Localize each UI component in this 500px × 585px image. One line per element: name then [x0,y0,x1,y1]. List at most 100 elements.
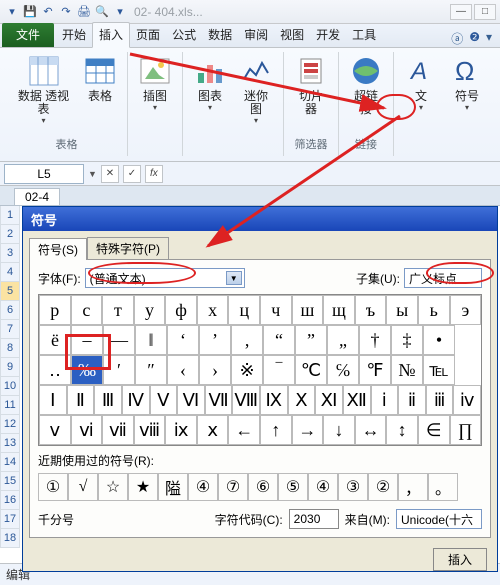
row-header[interactable]: 3 [0,244,20,263]
charcode-input[interactable]: 2030 [289,509,339,529]
symbol-cell[interactable]: ℅ [327,355,359,385]
symbol-cell[interactable]: ” [295,325,327,355]
symbol-cell[interactable]: ″ [135,355,167,385]
accept-formula-icon[interactable]: ✓ [123,165,141,183]
symbol-cell[interactable]: т [102,295,134,325]
symbol-cell[interactable]: “ [263,325,295,355]
symbol-cell[interactable]: — [103,325,135,355]
table-button[interactable]: 表格 [81,52,119,105]
recent-symbol-cell[interactable]: ③ [338,473,368,501]
save-icon[interactable]: 💾 [22,4,38,20]
symbol-cell[interactable]: ‖ [135,325,167,355]
symbol-cell[interactable]: Ⅶ [205,385,233,415]
tab-home[interactable]: 开始 [56,23,92,47]
tab-developer[interactable]: 开发 [310,23,346,47]
symbol-cell[interactable]: Ⅻ [343,385,371,415]
illustrations-button[interactable]: 插图 ▾ [136,52,174,114]
hyperlink-button[interactable]: 超链接 [347,52,385,118]
symbol-cell[interactable]: ъ [355,295,387,325]
sparklines-button[interactable]: 迷你图 ▾ [237,52,275,127]
help-icon[interactable]: ❷ [469,30,480,47]
recent-symbol-cell[interactable]: ① [38,473,68,501]
symbol-cell[interactable]: ← [228,415,260,445]
from-combo[interactable]: Unicode(十六 [396,509,482,529]
symbol-cell[interactable]: х [197,295,229,325]
symbol-cell[interactable]: э [450,295,482,325]
recent-symbol-cell[interactable]: ★ [128,473,158,501]
tab-formulas[interactable]: 公式 [166,23,202,47]
symbol-cell[interactable]: ′ [103,355,135,385]
subset-combo[interactable]: 广义标点 [404,268,482,288]
symbol-cell[interactable]: ф [165,295,197,325]
symbol-cell[interactable]: – [71,325,103,355]
row-header[interactable]: 12 [0,415,20,434]
recent-symbol-cell[interactable]: 。 [428,473,458,501]
dialog-tab-special[interactable]: 特殊字符(P) [87,237,169,259]
symbol-cell[interactable]: Ⅰ [39,385,67,415]
preview-icon[interactable]: 🔍 [94,4,110,20]
symbol-cell[interactable]: ш [292,295,324,325]
charts-button[interactable]: 图表 ▾ [191,52,229,114]
symbol-cell[interactable]: р [39,295,71,325]
symbol-cell[interactable]: Ⅺ [315,385,343,415]
row-header[interactable]: 14 [0,453,20,472]
row-header[interactable]: 15 [0,472,20,491]
row-header[interactable]: 17 [0,510,20,529]
symbol-cell[interactable]: ‹ [167,355,199,385]
symbol-cell[interactable]: • [423,325,455,355]
symbol-cell[interactable]: ℉ [359,355,391,385]
undo-icon[interactable]: ↶ [40,4,56,20]
recent-symbol-cell[interactable]: 隘 [158,473,188,501]
symbol-cell[interactable]: ℡ [423,355,455,385]
text-button[interactable]: A 文 ▾ [402,52,440,114]
symbol-cell[interactable]: ‘ [167,325,199,355]
recent-symbol-cell[interactable]: ⑥ [248,473,278,501]
window-close-icon[interactable]: ▾ [486,30,492,47]
symbol-cell[interactable]: „ [327,325,359,355]
symbol-cell[interactable]: у [134,295,166,325]
symbol-cell[interactable]: Ⅵ [177,385,205,415]
symbol-cell[interactable]: Ⅷ [232,385,260,415]
symbol-cell[interactable]: ц [228,295,260,325]
row-header[interactable]: 8 [0,339,20,358]
symbol-cell[interactable]: Ⅴ [150,385,178,415]
symbol-cell[interactable]: ∈ [418,415,450,445]
row-header[interactable]: 4 [0,263,20,282]
dialog-title[interactable]: 符号 [23,207,497,231]
symbol-cell[interactable]: ⅳ [453,385,481,415]
recent-symbol-cell[interactable]: ⑦ [218,473,248,501]
symbol-cell[interactable]: ↑ [260,415,292,445]
symbol-cell[interactable]: ↔ [355,415,387,445]
symbol-cell[interactable]: ⅹ [197,415,229,445]
symbol-cell[interactable]: † [359,325,391,355]
symbol-cell[interactable]: ч [260,295,292,325]
symbol-cell[interactable]: Ⅸ [260,385,288,415]
symbol-cell[interactable]: ⅱ [398,385,426,415]
font-combo[interactable]: (普通文本) ▼ [85,268,245,288]
row-header[interactable]: 6 [0,301,20,320]
symbol-cell[interactable]: ⅸ [165,415,197,445]
fx-icon[interactable]: fx [145,165,163,183]
symbol-button[interactable]: Ω 符号 ▾ [448,52,486,114]
symbol-cell[interactable]: с [71,295,103,325]
symbol-cell[interactable]: Ⅱ [67,385,95,415]
tab-view[interactable]: 视图 [274,23,310,47]
symbol-cell[interactable]: № [391,355,423,385]
insert-button[interactable]: 插入 [433,548,487,571]
row-header[interactable]: 13 [0,434,20,453]
symbol-cell[interactable]: Ⅹ [288,385,316,415]
tab-tools[interactable]: 工具 [346,23,382,47]
print-icon[interactable]: 🖨 [76,4,92,20]
dialog-tab-symbols[interactable]: 符号(S) [29,238,87,260]
slicer-button[interactable]: 切片器 [292,52,330,118]
row-header[interactable]: 2 [0,225,20,244]
symbol-cell[interactable]: ※ [231,355,263,385]
symbol-cell[interactable]: ∏ [450,415,482,445]
workbook-tab[interactable]: 02-4 [14,188,60,205]
pivottable-button[interactable]: 数据 透视表 ▾ [14,52,73,127]
symbol-cell[interactable]: ⅵ [71,415,103,445]
symbol-cell[interactable]: › [199,355,231,385]
recent-symbol-cell[interactable]: ④ [308,473,338,501]
restore-button[interactable]: □ [474,4,496,20]
tab-data[interactable]: 数据 [202,23,238,47]
